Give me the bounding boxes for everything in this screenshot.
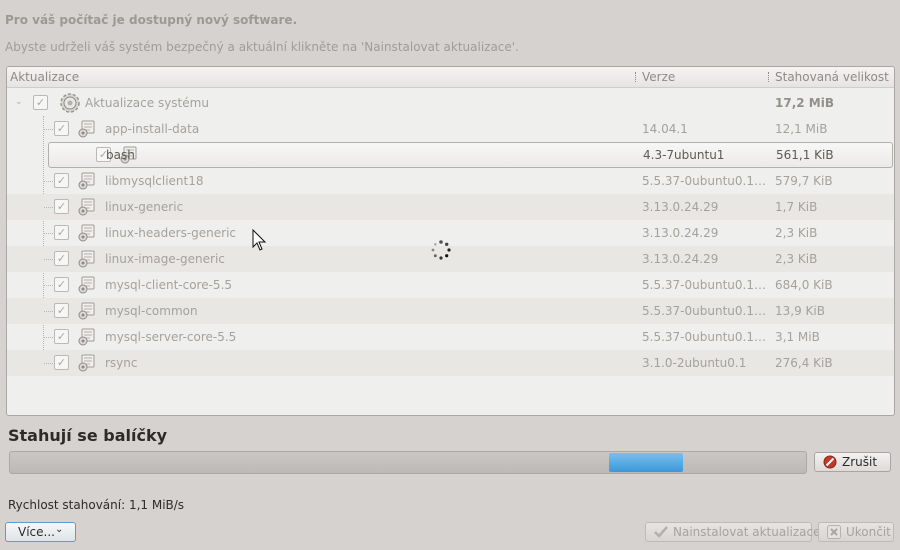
expander-icon[interactable]: ⌄ (15, 97, 23, 107)
status-title: Stahují se balíčky (8, 426, 168, 445)
tree-row-package[interactable]: ✓ libmysqlclient18 5.5.37-0ubuntu0.14.… 579… (7, 168, 894, 194)
gear-icon (60, 93, 80, 113)
check-icon[interactable]: ✓ (54, 251, 69, 266)
column-separator[interactable] (635, 72, 638, 82)
row-version: 14.04.1 (642, 122, 688, 136)
tree-header: Aktualizace Verze Stahovaná velikost (7, 67, 894, 88)
row-name: mysql-common (105, 304, 198, 318)
cancel-button[interactable]: Zrušit (814, 452, 891, 472)
more-label: Více... (18, 525, 55, 539)
tree-line (44, 233, 53, 234)
download-progress-bar (9, 451, 807, 474)
package-icon (78, 250, 95, 268)
row-version: 3.13.0.24.29 (642, 200, 719, 214)
package-icon (78, 224, 95, 242)
row-version: 3.1.0-2ubuntu0.1 (642, 356, 747, 370)
download-speed: Rychlost stahování: 1,1 MiB/s (8, 498, 185, 512)
check-icon (654, 526, 668, 538)
tree-row-package[interactable]: ✓ bash 4.3-7ubuntu1 561,1 KiB (48, 142, 893, 168)
row-version: 5.5.37-0ubuntu0.14.… (642, 278, 767, 292)
check-icon[interactable]: ✓ (54, 355, 69, 370)
row-size: 684,0 KiB (775, 278, 833, 292)
row-version: 5.5.37-0ubuntu0.14.… (642, 304, 767, 318)
row-name: linux-headers-generic (105, 226, 237, 240)
row-version: 5.5.37-0ubuntu0.14.… (642, 174, 767, 188)
package-icon (78, 276, 95, 294)
chevron-down-icon: ⌄ (55, 524, 64, 535)
tree-line (44, 259, 53, 260)
tree-row-package[interactable]: ✓ linux-generic 3.13.0.24.29 1,7 KiB (7, 194, 894, 220)
tree-line (44, 311, 53, 312)
check-icon[interactable]: ✓ (54, 277, 69, 292)
check-icon[interactable]: ✓ (33, 95, 48, 110)
mouse-pointer-icon (252, 229, 267, 251)
row-name: linux-image-generic (105, 252, 225, 266)
column-header-version[interactable]: Verze (642, 70, 675, 84)
more-button[interactable]: Více... ⌄ (5, 522, 76, 542)
row-size: 17,2 MiB (775, 96, 834, 110)
tree-row-package[interactable]: ✓ app-install-data 14.04.1 12,1 MiB (7, 116, 894, 142)
header-subtitle: Abyste udrželi váš systém bezpečný a akt… (5, 40, 519, 54)
tree-line (44, 181, 53, 182)
tree-row-package[interactable]: ✓ rsync 3.1.0-2ubuntu0.1 276,4 KiB (7, 350, 894, 376)
tree-line (44, 285, 53, 286)
row-version: 4.3-7ubuntu1 (643, 148, 725, 162)
row-version: 5.5.37-0ubuntu0.14.… (642, 330, 767, 344)
tree-row-package[interactable]: ✓ mysql-common 5.5.37-0ubuntu0.14.… 13,9 Ki… (7, 298, 894, 324)
tree-row-package[interactable]: ✓ mysql-client-core-5.5 5.5.37-0ubuntu0.14… (7, 272, 894, 298)
row-size: 2,3 KiB (775, 226, 818, 240)
check-icon[interactable]: ✓ (54, 199, 69, 214)
column-header-updates[interactable]: Aktualizace (10, 70, 79, 84)
tree-line (44, 363, 53, 364)
check-icon[interactable]: ✓ (54, 121, 69, 136)
tree-line (44, 207, 53, 208)
loading-spinner-icon (431, 240, 451, 260)
row-size: 3,1 MiB (775, 330, 820, 344)
tree-line (44, 337, 53, 338)
row-version: 3.13.0.24.29 (642, 252, 719, 266)
row-name: app-install-data (105, 122, 200, 136)
tree-line (44, 129, 53, 130)
row-size: 2,3 KiB (775, 252, 818, 266)
header-title: Pro váš počítač je dostupný nový softwar… (5, 13, 298, 27)
row-size: 579,7 KiB (775, 174, 833, 188)
row-size: 561,1 KiB (776, 148, 834, 162)
row-size: 13,9 KiB (775, 304, 825, 318)
check-icon[interactable]: ✓ (54, 225, 69, 240)
package-icon (78, 120, 95, 138)
row-size: 12,1 MiB (775, 122, 828, 136)
tree-row-system-updates[interactable]: ⌄ ✓ Aktualizace systému 17,2 MiB (7, 90, 894, 116)
column-header-size[interactable]: Stahovaná velikost (775, 70, 889, 84)
row-name: Aktualizace systému (85, 96, 209, 110)
row-name: linux-generic (105, 200, 184, 214)
row-size: 276,4 KiB (775, 356, 833, 370)
tree-row-package[interactable]: ✓ mysql-server-core-5.5 5.5.37-0ubuntu0.14… (7, 324, 894, 350)
progress-indicator (609, 453, 683, 472)
close-icon (827, 525, 841, 539)
row-name: mysql-server-core-5.5 (105, 330, 237, 344)
column-separator[interactable] (768, 72, 771, 82)
row-name: bash (106, 148, 135, 162)
check-icon[interactable]: ✓ (54, 173, 69, 188)
install-label: Nainstalovat aktualizace (673, 525, 821, 539)
cancel-icon (823, 455, 837, 469)
package-icon (78, 328, 95, 346)
row-version: 3.13.0.24.29 (642, 226, 719, 240)
row-name: rsync (105, 356, 138, 370)
install-updates-button[interactable]: Nainstalovat aktualizace (645, 522, 821, 542)
package-icon (78, 302, 95, 320)
package-icon (78, 354, 95, 372)
row-name: mysql-client-core-5.5 (105, 278, 233, 292)
check-icon[interactable]: ✓ (54, 329, 69, 344)
row-size: 1,7 KiB (775, 200, 818, 214)
finish-button[interactable]: Ukončit (818, 522, 894, 542)
finish-label: Ukončit (846, 525, 891, 539)
check-icon[interactable]: ✓ (54, 303, 69, 318)
cancel-label: Zrušit (842, 455, 878, 469)
package-icon (78, 198, 95, 216)
package-icon (78, 172, 95, 190)
row-name: libmysqlclient18 (105, 174, 204, 188)
